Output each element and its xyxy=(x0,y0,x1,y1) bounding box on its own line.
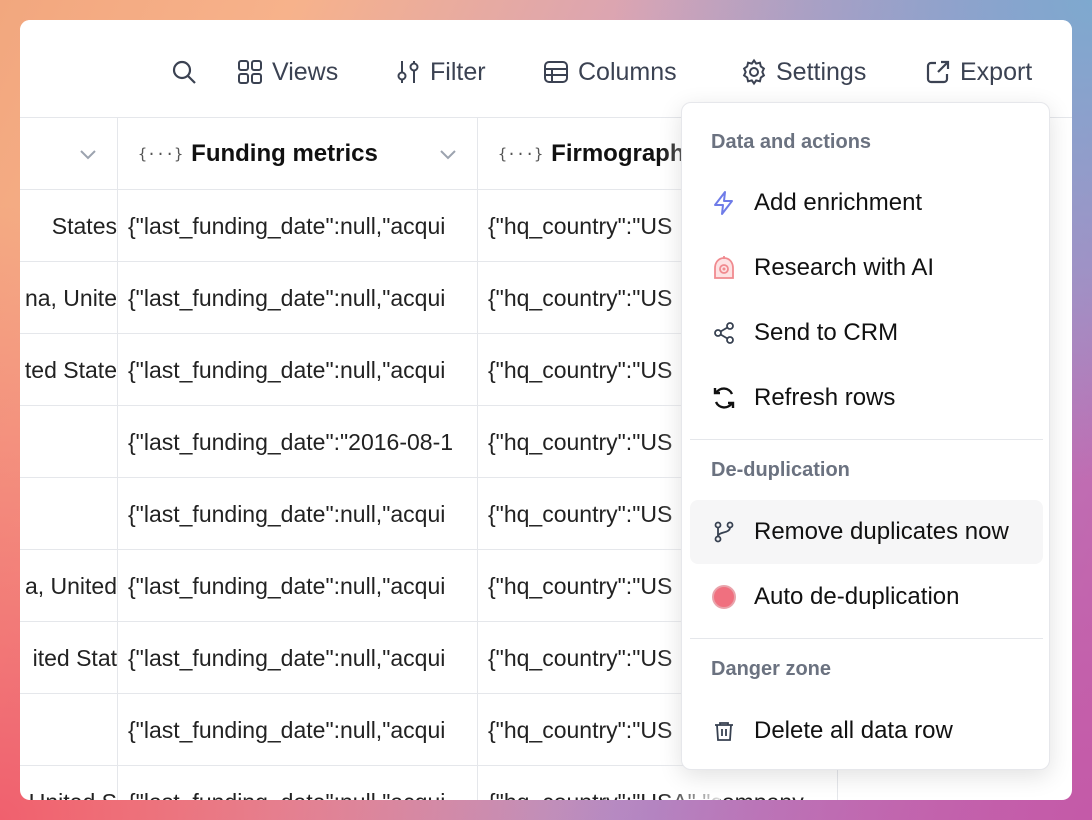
column-header-funding-metrics[interactable]: {···} Funding metrics xyxy=(118,118,478,190)
cell-value: {"hq_country":"US xyxy=(488,428,673,455)
cell-value: States xyxy=(51,212,117,239)
menu-divider xyxy=(690,638,1043,639)
table-cell[interactable]: a, United xyxy=(20,550,118,622)
cell-value: {"hq_country":"US xyxy=(488,356,673,383)
cell-value: ted State xyxy=(24,356,117,383)
table-cell[interactable] xyxy=(20,478,118,550)
menu-item-label: Refresh rows xyxy=(754,384,896,411)
table-cell[interactable]: States xyxy=(20,190,118,262)
search-button[interactable] xyxy=(170,56,206,88)
table-cell[interactable]: {"last_funding_date":null,"acqui xyxy=(118,550,478,622)
section-title-data-actions: Data and actions xyxy=(711,131,872,153)
cell-value: {"last_funding_date":null,"acqui xyxy=(128,284,446,311)
chevron-down-icon[interactable] xyxy=(436,142,460,166)
cell-value: {"last_funding_date":null,"acqui xyxy=(128,356,446,383)
filter-label: Filter xyxy=(430,57,486,86)
settings-dropdown-menu: Data and actions Add enrichment Research… xyxy=(681,102,1050,770)
table-cell[interactable]: {"last_funding_date":null,"acqui xyxy=(118,262,478,334)
cell-value: {"last_funding_date":null,"acqui xyxy=(128,500,446,527)
json-column-icon: {···} xyxy=(498,145,544,163)
table-cell[interactable]: {"last_funding_date":"2016-08-1 xyxy=(118,406,478,478)
cell-value: {"last_funding_date":null,"acqui xyxy=(128,789,445,801)
refresh-icon xyxy=(713,387,735,409)
ai-robot-icon xyxy=(714,256,734,279)
app-window: Views Filter Columns Settings Export {··… xyxy=(20,20,1072,800)
settings-button[interactable]: Settings xyxy=(740,56,866,88)
menu-item-send-to-crm[interactable]: Send to CRM xyxy=(690,301,1043,365)
table-cell[interactable]: {"last_funding_date":null,"acqui xyxy=(118,694,478,766)
cell-value: {"hq_country":"US xyxy=(488,500,673,527)
section-title-de-duplication: De-duplication xyxy=(711,459,850,481)
table-cell[interactable]: ited Stat xyxy=(20,622,118,694)
export-button[interactable]: Export xyxy=(924,56,1032,88)
share-nodes-icon xyxy=(714,322,734,344)
menu-item-remove-duplicates-now[interactable]: Remove duplicates now xyxy=(690,500,1043,564)
section-title-danger-zone: Danger zone xyxy=(711,658,832,680)
cell-value: {"hq_country":"USA","company xyxy=(488,789,804,801)
cell-value: {"last_funding_date":null,"acqui xyxy=(128,716,446,743)
cell-value: United S xyxy=(29,789,117,801)
sliders-icon xyxy=(397,61,419,83)
menu-item-refresh-rows[interactable]: Refresh rows xyxy=(690,366,1043,430)
table-cell[interactable]: {"last_funding_date":null,"acqui xyxy=(118,334,478,406)
columns-label: Columns xyxy=(578,57,677,86)
table-cell[interactable]: {"last_funding_date":null,"acqui xyxy=(118,478,478,550)
cell-value: ited Stat xyxy=(32,644,117,671)
cell-value: {"last_funding_date":"2016-08-1 xyxy=(128,428,454,455)
menu-item-label: Remove duplicates now xyxy=(754,518,1009,545)
menu-item-label: Add enrichment xyxy=(754,189,923,216)
git-branch-icon xyxy=(714,521,734,543)
cell-value: {"hq_country":"US xyxy=(488,212,673,239)
cell-value: a, United xyxy=(24,572,117,599)
menu-item-add-enrichment[interactable]: Add enrichment xyxy=(690,171,1043,235)
table-cell[interactable]: {"last_funding_date":null,"acqui xyxy=(118,190,478,262)
menu-item-delete-all-data-row[interactable]: Delete all data row xyxy=(690,699,1043,763)
cell-value: {"hq_country":"US xyxy=(488,572,673,599)
table-cell[interactable]: {"last_funding_date":null,"acqui xyxy=(118,766,478,800)
table-cell[interactable]: {"last_funding_date":null,"acqui xyxy=(118,622,478,694)
cell-value: {"last_funding_date":null,"acqui xyxy=(128,572,446,599)
menu-item-label: Research with AI xyxy=(754,254,935,281)
lightning-icon xyxy=(714,191,733,215)
columns-button[interactable]: Columns xyxy=(542,56,677,88)
table-cell[interactable] xyxy=(20,406,118,478)
columns-icon xyxy=(544,61,568,83)
search-icon xyxy=(172,60,196,84)
filter-button[interactable]: Filter xyxy=(394,56,486,88)
menu-item-research-with-ai[interactable]: Research with AI xyxy=(690,236,1043,300)
cell-value: {"last_funding_date":null,"acqui xyxy=(128,212,446,239)
menu-item-label: Delete all data row xyxy=(754,717,953,744)
cell-value: {"hq_country":"US xyxy=(488,716,673,743)
cell-value: {"last_funding_date":null,"acqui xyxy=(128,644,446,671)
menu-item-label: Auto de-duplication xyxy=(754,583,960,610)
json-column-icon: {···} xyxy=(138,145,184,163)
export-icon xyxy=(926,60,950,84)
table-cell[interactable] xyxy=(20,694,118,766)
table-cell[interactable]: {"hq_country":"USA","company xyxy=(478,766,838,800)
column-header-label: Funding metrics xyxy=(191,140,378,167)
table-cell[interactable]: United S xyxy=(20,766,118,800)
column-header[interactable] xyxy=(20,118,118,190)
table-cell[interactable]: na, Unite xyxy=(20,262,118,334)
menu-item-auto-de-duplication[interactable]: Auto de-duplication xyxy=(690,565,1043,629)
cell-value: {"hq_country":"US xyxy=(488,284,673,311)
grid-icon xyxy=(238,60,262,84)
settings-label: Settings xyxy=(776,57,867,86)
cell-value: {"hq_country":"US xyxy=(488,644,673,671)
trash-icon xyxy=(715,722,733,741)
gear-icon xyxy=(742,58,766,86)
views-button[interactable]: Views xyxy=(236,56,338,88)
export-label: Export xyxy=(960,57,1033,86)
menu-divider xyxy=(690,439,1043,440)
table-cell[interactable]: ted State xyxy=(20,334,118,406)
menu-item-label: Send to CRM xyxy=(754,319,899,346)
cell-value: na, Unite xyxy=(24,284,117,311)
toggle-dot-icon[interactable] xyxy=(711,584,737,610)
chevron-down-icon[interactable] xyxy=(76,142,100,166)
views-label: Views xyxy=(272,57,339,86)
